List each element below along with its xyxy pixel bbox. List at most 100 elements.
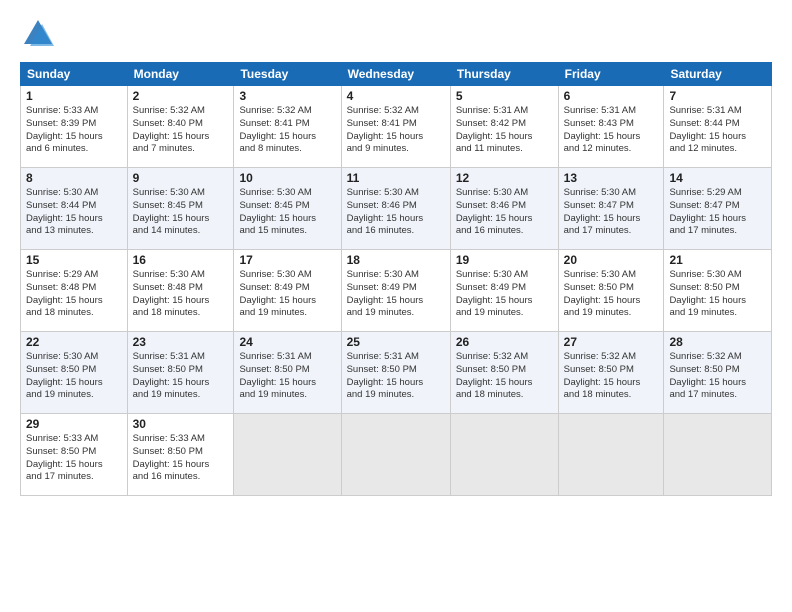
day-cell: 22Sunrise: 5:30 AMSunset: 8:50 PMDayligh…: [21, 332, 128, 414]
week-row-4: 22Sunrise: 5:30 AMSunset: 8:50 PMDayligh…: [21, 332, 772, 414]
day-number: 26: [456, 335, 553, 349]
day-cell: 23 Sunrise: 5:31 AMSunset: 8:50 PMDayligh…: [127, 332, 234, 414]
day-cell: 15 Sunrise: 5:29 AMSunset: 8:48 PMDayligh…: [21, 250, 128, 332]
day-number: 14: [669, 171, 766, 185]
day-number: 2: [133, 89, 229, 103]
day-cell: 9 Sunrise: 5:30 AMSunset: 8:45 PMDaylight…: [127, 168, 234, 250]
day-cell: 25 Sunrise: 5:31 AMSunset: 8:50 PMDayligh…: [341, 332, 450, 414]
day-info: Sunrise: 5:30 AMSunset: 8:49 PMDaylight:…: [239, 269, 335, 320]
day-info: Sunrise: 5:31 AMSunset: 8:44 PMDaylight:…: [669, 105, 766, 156]
day-cell: 7 Sunrise: 5:31 AMSunset: 8:44 PMDaylight…: [664, 86, 772, 168]
day-number: 18: [347, 253, 445, 267]
day-number: 17: [239, 253, 335, 267]
day-info: Sunrise: 5:30 AMSunset: 8:49 PMDaylight:…: [347, 269, 445, 320]
day-cell: 16 Sunrise: 5:30 AMSunset: 8:48 PMDayligh…: [127, 250, 234, 332]
logo-icon: [20, 16, 56, 52]
day-number: 13: [564, 171, 659, 185]
day-info: Sunrise: 5:29 AMSunset: 8:48 PMDaylight:…: [26, 269, 122, 320]
day-number: 23: [133, 335, 229, 349]
day-number: 10: [239, 171, 335, 185]
col-header-wednesday: Wednesday: [341, 63, 450, 86]
day-number: 5: [456, 89, 553, 103]
day-info: Sunrise: 5:32 AMSunset: 8:50 PMDaylight:…: [456, 351, 553, 402]
day-info: Sunrise: 5:32 AMSunset: 8:40 PMDaylight:…: [133, 105, 229, 156]
day-cell: 5 Sunrise: 5:31 AMSunset: 8:42 PMDaylight…: [450, 86, 558, 168]
logo: [20, 16, 60, 52]
day-info: Sunrise: 5:31 AMSunset: 8:50 PMDaylight:…: [347, 351, 445, 402]
day-info: Sunrise: 5:30 AMSunset: 8:47 PMDaylight:…: [564, 187, 659, 238]
col-header-friday: Friday: [558, 63, 664, 86]
day-number: 12: [456, 171, 553, 185]
day-cell: 8Sunrise: 5:30 AMSunset: 8:44 PMDaylight…: [21, 168, 128, 250]
day-number: 3: [239, 89, 335, 103]
day-number: 7: [669, 89, 766, 103]
week-row-2: 8Sunrise: 5:30 AMSunset: 8:44 PMDaylight…: [21, 168, 772, 250]
day-info: Sunrise: 5:30 AMSunset: 8:45 PMDaylight:…: [133, 187, 229, 238]
day-cell: 26 Sunrise: 5:32 AMSunset: 8:50 PMDayligh…: [450, 332, 558, 414]
day-number: 4: [347, 89, 445, 103]
day-number: 28: [669, 335, 766, 349]
day-info: Sunrise: 5:30 AMSunset: 8:50 PMDaylight:…: [564, 269, 659, 320]
day-cell: 12Sunrise: 5:30 AMSunset: 8:46 PMDayligh…: [450, 168, 558, 250]
day-info: Sunrise: 5:29 AMSunset: 8:47 PMDaylight:…: [669, 187, 766, 238]
col-header-sunday: Sunday: [21, 63, 128, 86]
day-info: Sunrise: 5:32 AMSunset: 8:50 PMDaylight:…: [669, 351, 766, 402]
day-cell: 28 Sunrise: 5:32 AMSunset: 8:50 PMDayligh…: [664, 332, 772, 414]
day-info: Sunrise: 5:32 AMSunset: 8:50 PMDaylight:…: [564, 351, 659, 402]
day-info: Sunrise: 5:31 AMSunset: 8:43 PMDaylight:…: [564, 105, 659, 156]
week-row-1: 1 Sunrise: 5:33 AMSunset: 8:39 PMDaylight…: [21, 86, 772, 168]
week-row-3: 15 Sunrise: 5:29 AMSunset: 8:48 PMDayligh…: [21, 250, 772, 332]
day-number: 29: [26, 417, 122, 431]
calendar-table: SundayMondayTuesdayWednesdayThursdayFrid…: [20, 62, 772, 496]
header-row: SundayMondayTuesdayWednesdayThursdayFrid…: [21, 63, 772, 86]
day-cell: 2 Sunrise: 5:32 AMSunset: 8:40 PMDaylight…: [127, 86, 234, 168]
day-cell: [558, 414, 664, 496]
day-info: Sunrise: 5:32 AMSunset: 8:41 PMDaylight:…: [239, 105, 335, 156]
day-cell: 4 Sunrise: 5:32 AMSunset: 8:41 PMDaylight…: [341, 86, 450, 168]
day-number: 25: [347, 335, 445, 349]
day-cell: 17 Sunrise: 5:30 AMSunset: 8:49 PMDayligh…: [234, 250, 341, 332]
day-number: 1: [26, 89, 122, 103]
day-info: Sunrise: 5:32 AMSunset: 8:41 PMDaylight:…: [347, 105, 445, 156]
day-info: Sunrise: 5:30 AMSunset: 8:44 PMDaylight:…: [26, 187, 122, 238]
day-info: Sunrise: 5:30 AMSunset: 8:45 PMDaylight:…: [239, 187, 335, 238]
col-header-saturday: Saturday: [664, 63, 772, 86]
day-cell: 19 Sunrise: 5:30 AMSunset: 8:49 PMDayligh…: [450, 250, 558, 332]
day-number: 20: [564, 253, 659, 267]
day-info: Sunrise: 5:33 AMSunset: 8:50 PMDaylight:…: [26, 433, 122, 484]
day-info: Sunrise: 5:31 AMSunset: 8:50 PMDaylight:…: [133, 351, 229, 402]
col-header-thursday: Thursday: [450, 63, 558, 86]
col-header-tuesday: Tuesday: [234, 63, 341, 86]
day-cell: 18 Sunrise: 5:30 AMSunset: 8:49 PMDayligh…: [341, 250, 450, 332]
day-number: 27: [564, 335, 659, 349]
day-info: Sunrise: 5:30 AMSunset: 8:46 PMDaylight:…: [347, 187, 445, 238]
day-info: Sunrise: 5:30 AMSunset: 8:48 PMDaylight:…: [133, 269, 229, 320]
day-cell: 3 Sunrise: 5:32 AMSunset: 8:41 PMDaylight…: [234, 86, 341, 168]
day-number: 30: [133, 417, 229, 431]
day-info: Sunrise: 5:30 AMSunset: 8:49 PMDaylight:…: [456, 269, 553, 320]
day-number: 19: [456, 253, 553, 267]
day-cell: 27 Sunrise: 5:32 AMSunset: 8:50 PMDayligh…: [558, 332, 664, 414]
day-info: Sunrise: 5:30 AMSunset: 8:50 PMDaylight:…: [669, 269, 766, 320]
day-cell: 13 Sunrise: 5:30 AMSunset: 8:47 PMDayligh…: [558, 168, 664, 250]
day-number: 24: [239, 335, 335, 349]
day-number: 9: [133, 171, 229, 185]
day-number: 16: [133, 253, 229, 267]
day-info: Sunrise: 5:33 AMSunset: 8:50 PMDaylight:…: [133, 433, 229, 484]
day-number: 15: [26, 253, 122, 267]
day-cell: 20 Sunrise: 5:30 AMSunset: 8:50 PMDayligh…: [558, 250, 664, 332]
day-cell: 6Sunrise: 5:31 AMSunset: 8:43 PMDaylight…: [558, 86, 664, 168]
week-row-5: 29 Sunrise: 5:33 AMSunset: 8:50 PMDayligh…: [21, 414, 772, 496]
day-info: Sunrise: 5:31 AMSunset: 8:42 PMDaylight:…: [456, 105, 553, 156]
day-cell: 1 Sunrise: 5:33 AMSunset: 8:39 PMDaylight…: [21, 86, 128, 168]
page: SundayMondayTuesdayWednesdayThursdayFrid…: [0, 0, 792, 612]
day-cell: [234, 414, 341, 496]
day-cell: 10 Sunrise: 5:30 AMSunset: 8:45 PMDayligh…: [234, 168, 341, 250]
day-info: Sunrise: 5:31 AMSunset: 8:50 PMDaylight:…: [239, 351, 335, 402]
day-cell: 21Sunrise: 5:30 AMSunset: 8:50 PMDayligh…: [664, 250, 772, 332]
header: [20, 16, 772, 52]
day-number: 22: [26, 335, 122, 349]
day-cell: [341, 414, 450, 496]
day-cell: [450, 414, 558, 496]
day-info: Sunrise: 5:33 AMSunset: 8:39 PMDaylight:…: [26, 105, 122, 156]
